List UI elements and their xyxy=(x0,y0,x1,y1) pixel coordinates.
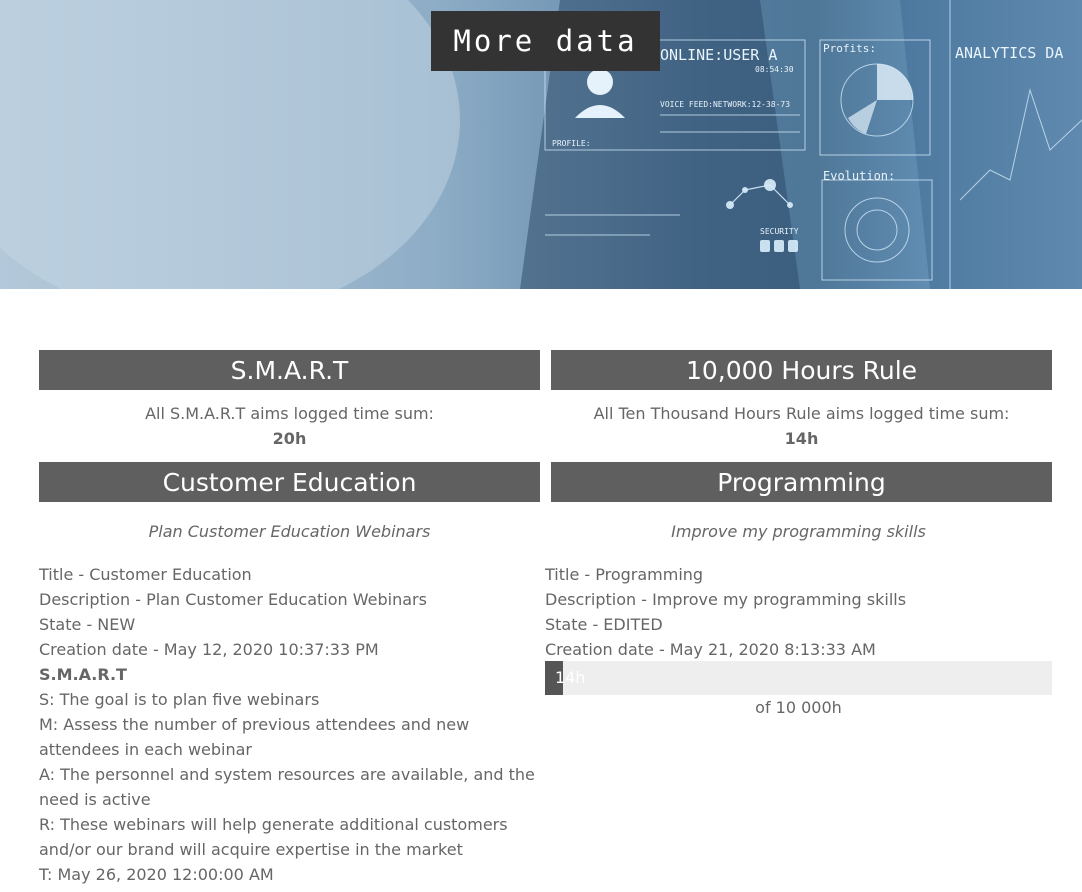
security-lock-icon xyxy=(760,240,798,252)
hud-analytics-text: ANALYTICS DA xyxy=(955,44,1063,62)
hours-rule-summary-text: All Ten Thousand Hours Rule aims logged … xyxy=(593,404,1010,423)
hero-banner: ONLINE:USER A 08:54:30 VOICE FEED:NETWOR… xyxy=(0,0,1082,289)
goal-description-line: Description - Plan Customer Education We… xyxy=(39,590,427,609)
smart-summary-header: S.M.A.R.T xyxy=(39,350,540,390)
hud-time-text: 08:54:30 xyxy=(755,65,794,74)
more-data-button[interactable]: More data xyxy=(431,11,660,71)
smart-s-line: S: The goal is to plan five webinars xyxy=(39,690,320,709)
hud-evolution-text: Evolution: xyxy=(823,169,895,183)
hud-online-text: ONLINE:USER A xyxy=(660,46,777,64)
smart-a-line: A: The personnel and system resources ar… xyxy=(39,765,535,809)
hud-profile-text: PROFILE: xyxy=(552,139,591,148)
goal-state-line: State - EDITED xyxy=(545,615,663,634)
smart-m-line: M: Assess the number of previous attende… xyxy=(39,715,470,759)
goal-method-label: S.M.A.R.T xyxy=(39,665,127,684)
hours-rule-summary-header: 10,000 Hours Rule xyxy=(551,350,1052,390)
hud-security-text: SECURITY xyxy=(760,227,799,236)
hours-rule-summary-value: 14h xyxy=(784,429,819,448)
goal-details: Title - Programming Description - Improv… xyxy=(545,562,1052,662)
hours-progress-bar: 14h xyxy=(545,661,1052,695)
goal-details: Title - Customer Education Description -… xyxy=(39,562,540,887)
hours-progress-label: 14h xyxy=(555,668,586,687)
hours-progress-total: of 10 000h xyxy=(755,698,842,717)
goal-creation-line: Creation date - May 12, 2020 10:37:33 PM xyxy=(39,640,379,659)
goal-title-customer-education: Customer Education xyxy=(39,462,540,502)
goal-subtitle: Improve my programming skills xyxy=(671,522,926,541)
smart-t-line: T: May 26, 2020 12:00:00 AM xyxy=(39,865,274,884)
smart-summary-value: 20h xyxy=(272,429,307,448)
smart-summary-text: All S.M.A.R.T aims logged time sum: xyxy=(145,404,434,423)
goal-title-line: Title - Programming xyxy=(545,565,704,584)
goal-title-programming: Programming xyxy=(551,462,1052,502)
smart-r-line: R: These webinars will help generate add… xyxy=(39,815,508,859)
goal-subtitle: Plan Customer Education Webinars xyxy=(148,522,431,541)
goal-description-line: Description - Improve my programming ski… xyxy=(545,590,907,609)
hud-profits-text: Profits: xyxy=(823,42,876,55)
goal-title-line: Title - Customer Education xyxy=(39,565,252,584)
goal-state-line: State - NEW xyxy=(39,615,136,634)
hud-voice-text: VOICE FEED:NETWORK:12-38-73 xyxy=(660,100,790,109)
goal-creation-line: Creation date - May 21, 2020 8:13:33 AM xyxy=(545,640,876,659)
